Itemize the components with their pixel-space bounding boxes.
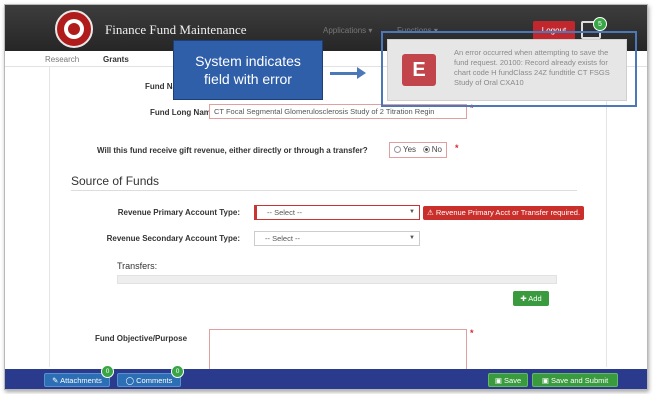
plus-icon: ✚ (520, 294, 527, 303)
add-transfer-button[interactable]: ✚ Add (513, 291, 549, 306)
gift-revenue-question: Will this fund receive gift revenue, eit… (97, 146, 368, 155)
tab-research[interactable]: Research (45, 55, 79, 64)
gift-yes-option[interactable]: Yes (394, 145, 416, 154)
notification-count-badge: 5 (593, 17, 607, 31)
rev-primary-select[interactable]: -- Select -- ▼ (254, 205, 420, 220)
annotation-arrow (330, 72, 360, 75)
paperclip-icon: ✎ (52, 376, 59, 385)
error-toast: E An error occurred when attempting to s… (387, 39, 627, 101)
attachments-count-badge: 0 (101, 365, 114, 378)
university-logo (55, 10, 93, 48)
fund-long-name-label: Fund Long Name: (150, 108, 218, 117)
footer-action-bar: ✎ Attachments 0 ◯ Comments 0 ▣ Save ▣ Sa… (5, 365, 647, 389)
fund-objective-label: Fund Objective/Purpose (95, 334, 188, 343)
arrow-right-icon (357, 67, 366, 79)
chevron-down-icon: ▼ (409, 209, 415, 215)
section-divider (71, 190, 577, 191)
radio-no[interactable] (422, 146, 430, 153)
warning-icon: ⚠ (427, 208, 434, 217)
error-message: An error occurred when attempting to sav… (454, 48, 610, 87)
fund-objective-textarea[interactable] (209, 329, 467, 371)
save-and-submit-button[interactable]: ▣ Save and Submit (532, 373, 618, 387)
gift-no-option[interactable]: No (422, 145, 442, 154)
rev-secondary-select[interactable]: -- Select -- ▼ (254, 231, 420, 246)
comments-count-badge: 0 (171, 365, 184, 378)
save-button[interactable]: ▣ Save (488, 373, 528, 387)
chevron-down-icon: ▼ (409, 235, 415, 241)
floppy-disk-icon: ▣ (494, 376, 502, 385)
floppy-disk-icon: ▣ (541, 376, 549, 385)
gift-revenue-radio-group: Yes No (389, 142, 447, 158)
tab-grants[interactable]: Grants (103, 55, 129, 64)
annotation-callout: System indicates field with error (173, 40, 323, 100)
form-content: Fund Na Fund Long Name: CT Focal Segment… (49, 67, 607, 371)
transfers-table-header (117, 275, 557, 284)
menu-applications[interactable]: Applications ▾ (323, 26, 372, 35)
transfers-label: Transfers: (117, 261, 158, 271)
section-title-source-of-funds: Source of Funds (71, 174, 160, 188)
error-icon: E (402, 54, 436, 86)
required-marker: * (470, 328, 474, 338)
comments-button[interactable]: ◯ Comments 0 (117, 365, 184, 387)
caret-down-icon: ▾ (368, 26, 373, 35)
comment-icon: ◯ (125, 376, 135, 385)
attachments-button[interactable]: ✎ Attachments 0 (44, 365, 114, 387)
rev-secondary-label: Revenue Secondary Account Type: (106, 234, 240, 243)
rev-primary-error-badge: ⚠ Revenue Primary Acct or Transfer requi… (423, 206, 585, 220)
rev-primary-label: Revenue Primary Account Type: (117, 208, 240, 217)
app-title: Finance Fund Maintenance (105, 22, 247, 37)
required-marker: * (455, 143, 459, 153)
radio-yes[interactable] (394, 146, 401, 153)
